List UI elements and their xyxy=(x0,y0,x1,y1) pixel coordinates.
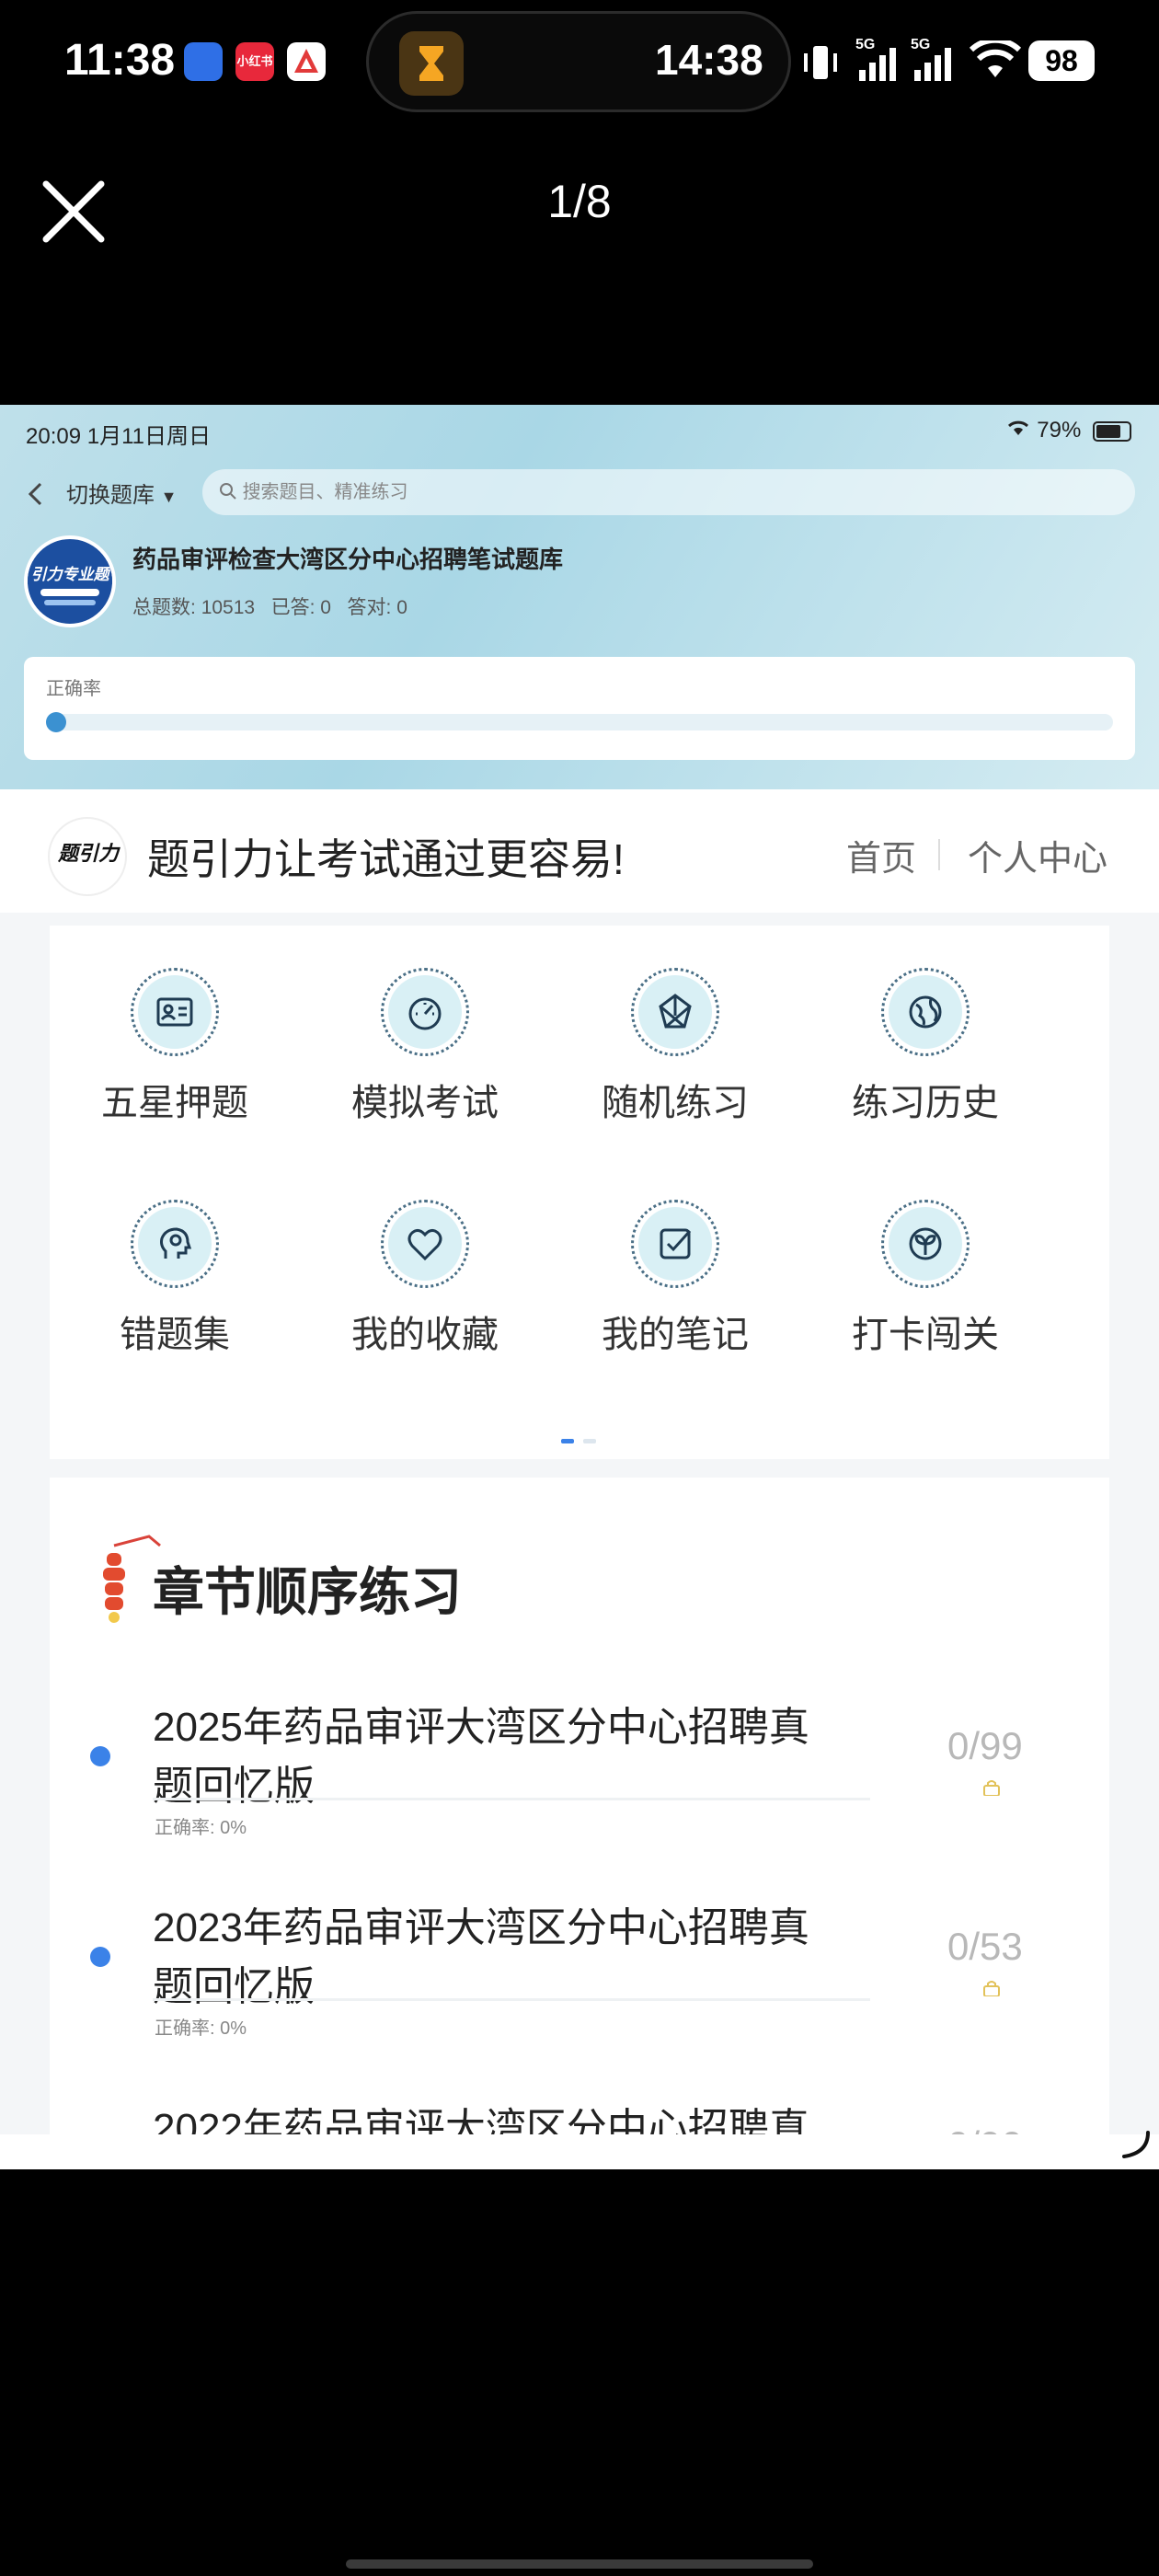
sprout-icon xyxy=(881,1200,970,1288)
menu-label: 我的笔记 xyxy=(602,1315,749,1355)
search-placeholder: 搜索题目、精准练习 xyxy=(242,482,408,502)
globe-icon xyxy=(881,968,970,1056)
answered-value: 0 xyxy=(320,597,331,618)
chapter-item-title-line: 2023年药品审评大湾区分中心招聘真 xyxy=(153,1905,809,1950)
battery-level: 98 xyxy=(1028,40,1095,81)
status-time: 11:38 xyxy=(64,36,176,85)
library-logo: 引力专业题 xyxy=(24,535,116,627)
bottom-strip xyxy=(0,2134,1159,2169)
menu-mock-exam[interactable]: 模拟考试 xyxy=(300,968,550,1126)
speedometer-icon xyxy=(381,968,469,1056)
item-bullet xyxy=(90,1746,110,1766)
inner-wifi-icon xyxy=(1005,418,1038,443)
library-logo-text: 引力专业题 xyxy=(28,561,112,584)
menu-label: 我的收藏 xyxy=(351,1315,499,1355)
lock-icon xyxy=(982,1980,1001,1997)
random-icon xyxy=(631,968,719,1056)
chapter-item-title-line: 2025年药品审评大湾区分中心招聘真 xyxy=(153,1705,809,1750)
search-icon xyxy=(219,482,243,502)
nav-divider xyxy=(938,839,940,870)
accuracy-progress-track xyxy=(46,714,1113,730)
screenshot-image[interactable]: 20:09 1月11日周日 79% 切换题库 ▼ 搜索题目、精准练习 引力专业题… xyxy=(0,405,1159,2169)
live-activity-time: 14:38 xyxy=(655,36,763,84)
network-label-1: 5G xyxy=(855,37,876,52)
menu-label: 随机练习 xyxy=(602,1083,749,1123)
back-button[interactable] xyxy=(26,480,44,516)
library-title: 药品审评检查大湾区分中心招聘笔试题库 xyxy=(132,546,564,573)
menu-wrong-questions[interactable]: 错题集 xyxy=(50,1200,300,1358)
correct-label: 答对: xyxy=(347,597,392,618)
note-check-icon xyxy=(631,1200,719,1288)
signal-icon-1: 5G xyxy=(855,37,900,89)
library-stats: 总题数: 10513 已答: 0 答对: 0 xyxy=(132,592,407,620)
menu-label: 打卡闯关 xyxy=(852,1315,999,1355)
menu-label: 五星押题 xyxy=(101,1083,248,1123)
page-indicator: 1/8 xyxy=(547,176,612,227)
app-notification-icon xyxy=(184,42,223,81)
signal-icon-2: 5G xyxy=(911,37,955,89)
total-label: 总题数: xyxy=(132,597,196,618)
item-bullet xyxy=(90,1947,110,1967)
correct-value: 0 xyxy=(396,597,407,618)
menu-label: 错题集 xyxy=(120,1315,230,1355)
item-accuracy: 正确率: 0% xyxy=(155,1818,247,1838)
answered-label: 已答: xyxy=(270,597,316,618)
brand-logo-text: 题引力 xyxy=(57,842,119,865)
personal-center-link[interactable]: 个人中心 xyxy=(968,830,1107,880)
page-dots xyxy=(561,1439,598,1444)
item-count: 0/99 xyxy=(947,1724,1023,1767)
function-grid: 五星押题 模拟考试 随机练习 练习历史 错题集 我的收藏 我的笔记 打卡闯关 xyxy=(50,926,1109,1459)
item-progress-line xyxy=(153,1998,870,2001)
chapter-item-title-line: 题回忆版 xyxy=(153,1764,315,1809)
menu-label: 练习历史 xyxy=(852,1083,999,1123)
menu-random-practice[interactable]: 随机练习 xyxy=(550,968,800,1126)
item-accuracy: 正确率: 0% xyxy=(155,2018,247,2039)
item-count: 0/53 xyxy=(947,1925,1023,1968)
id-card-icon xyxy=(131,968,219,1056)
search-input[interactable]: 搜索题目、精准练习 xyxy=(202,469,1135,515)
menu-label: 模拟考试 xyxy=(351,1083,499,1123)
xiaohongshu-icon: 小红书 xyxy=(235,42,274,81)
brand-logo: 题引力 xyxy=(48,817,127,896)
hourglass-icon xyxy=(399,31,464,96)
home-indicator[interactable] xyxy=(346,2559,813,2569)
vibrate-icon xyxy=(798,40,843,89)
item-progress-line xyxy=(153,1798,870,1800)
menu-check-in[interactable]: 打卡闯关 xyxy=(800,1200,1050,1358)
inner-status-time: 20:09 1月11日周日 xyxy=(26,424,211,449)
wifi-icon xyxy=(969,37,1022,86)
lock-icon xyxy=(982,1779,1001,1797)
menu-favorites[interactable]: 我的收藏 xyxy=(300,1200,550,1358)
app-icon xyxy=(287,42,326,81)
accuracy-progress-indicator xyxy=(46,712,66,732)
accuracy-card: 正确率 xyxy=(24,657,1135,760)
menu-five-star[interactable]: 五星押题 xyxy=(50,968,300,1126)
loading-spinner-icon xyxy=(1119,2127,1155,2168)
accuracy-label: 正确率 xyxy=(46,679,101,699)
network-label-2: 5G xyxy=(911,37,931,52)
inner-battery-icon xyxy=(1093,420,1131,442)
total-value: 10513 xyxy=(201,597,256,618)
caret-down-icon: ▼ xyxy=(160,488,178,506)
head-icon xyxy=(131,1200,219,1288)
chevron-left-icon xyxy=(28,482,42,506)
heart-icon xyxy=(381,1200,469,1288)
chapter-section-title: 章节顺序练习 xyxy=(153,1563,462,1621)
switch-library-dropdown[interactable]: 切换题库 ▼ xyxy=(66,477,178,509)
chapter-item-title-line: 题回忆版 xyxy=(153,1964,315,2009)
menu-practice-history[interactable]: 练习历史 xyxy=(800,968,1050,1126)
switch-library-label: 切换题库 xyxy=(66,483,155,508)
inner-battery-percent: 79% xyxy=(1037,418,1082,443)
menu-notes[interactable]: 我的笔记 xyxy=(550,1200,800,1358)
brand-slogan: 题引力让考试通过更容易! xyxy=(147,835,625,883)
home-link[interactable]: 首页 xyxy=(846,830,916,880)
inner-status-right: 79% xyxy=(1005,418,1131,443)
